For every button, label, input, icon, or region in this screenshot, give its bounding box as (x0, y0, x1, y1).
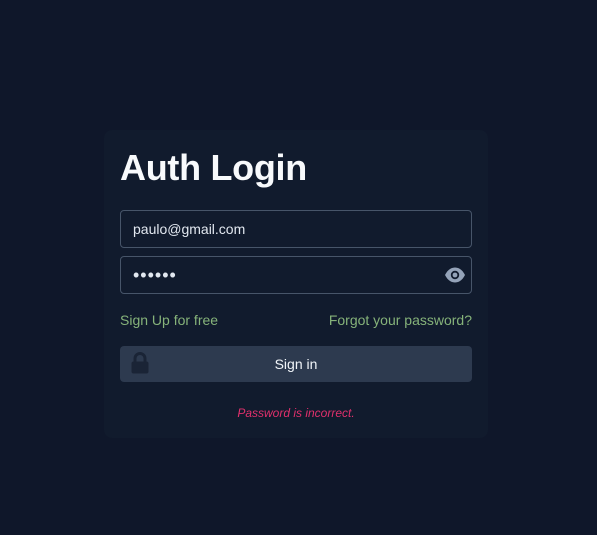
signup-link[interactable]: Sign Up for free (120, 312, 218, 328)
eye-icon[interactable] (444, 265, 466, 285)
page-title: Auth Login (120, 147, 307, 188)
forgot-password-link[interactable]: Forgot your password? (329, 312, 472, 328)
lock-icon (130, 352, 150, 374)
password-field[interactable] (120, 256, 472, 294)
password-field-wrapper (120, 256, 472, 294)
signin-label: Sign in (274, 356, 318, 372)
error-message: Password is incorrect. (237, 406, 355, 420)
email-field[interactable] (120, 210, 472, 248)
auth-links-row: Sign Up for free Forgot your password? (120, 312, 472, 330)
signin-button[interactable]: Sign in (120, 346, 472, 382)
login-card: Auth Login Sign Up for free Forgot your … (104, 130, 488, 438)
